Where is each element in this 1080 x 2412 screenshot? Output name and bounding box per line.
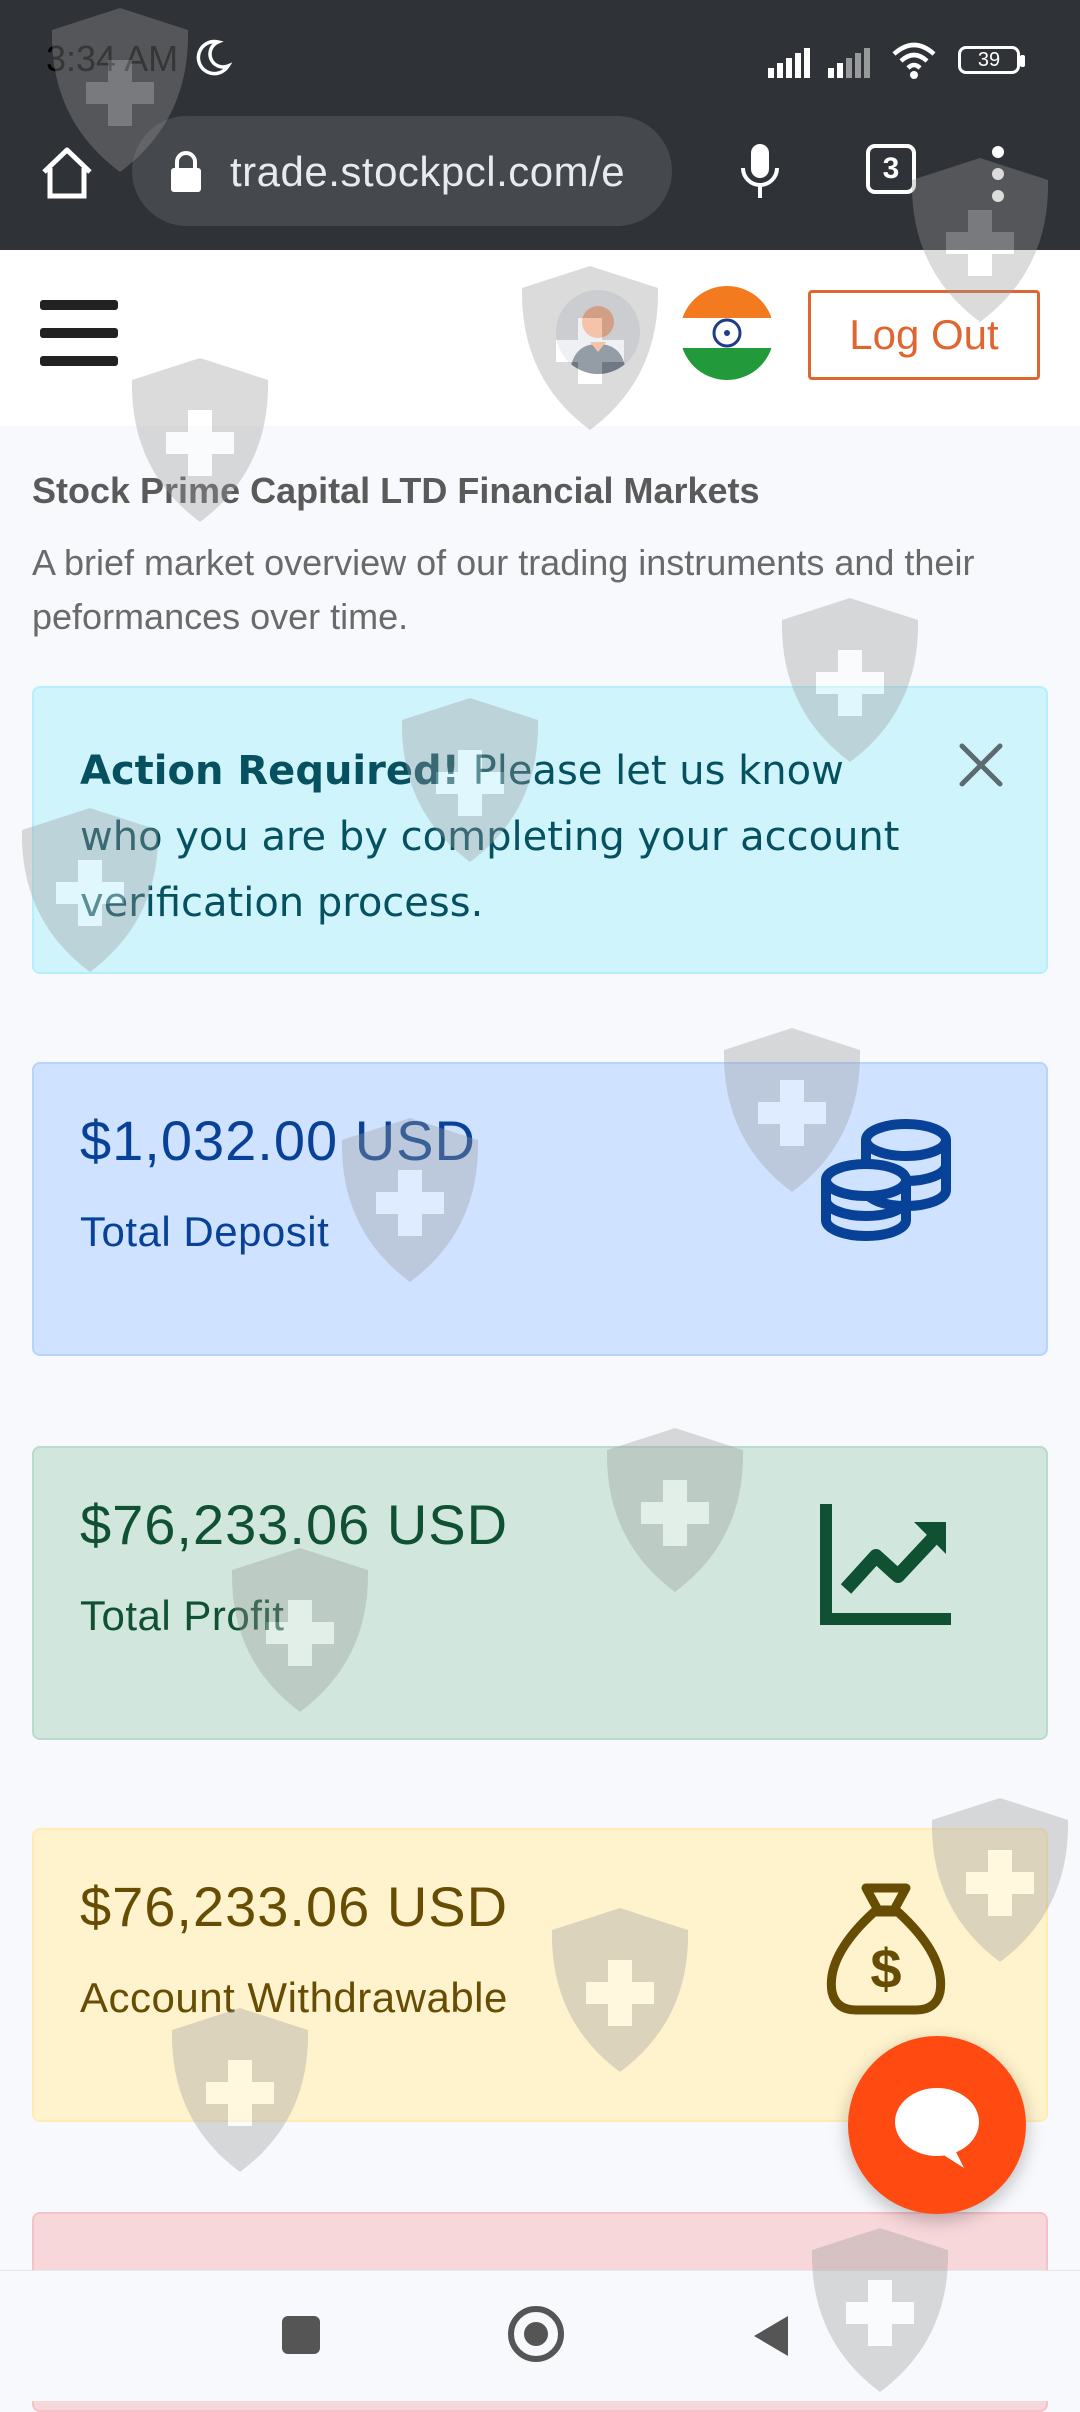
tabs-count-button[interactable]: 3	[866, 144, 916, 194]
chat-button[interactable]	[848, 2036, 1026, 2214]
total-profit-card: $76,233.06 USD Total Profit	[32, 1446, 1048, 1740]
alert-text: Action Required! Please let us know who …	[80, 738, 910, 936]
home-icon[interactable]	[38, 144, 96, 202]
india-flag-icon[interactable]	[680, 286, 774, 380]
page-title: Stock Prime Capital LTD Financial Market…	[32, 470, 760, 511]
home-nav-button[interactable]	[508, 2306, 564, 2362]
close-icon[interactable]	[956, 740, 1006, 790]
signal-icon	[768, 48, 810, 78]
moon-icon	[196, 39, 232, 76]
microphone-icon[interactable]	[736, 142, 784, 202]
card-label: Total Deposit	[80, 1208, 330, 1255]
url-text[interactable]: trade.stockpcl.com/e	[230, 148, 650, 196]
total-deposit-card: $1,032.00 USD Total Deposit	[32, 1062, 1048, 1356]
lock-icon	[171, 151, 201, 192]
alert-strong-text: Action Required!	[80, 748, 460, 794]
card-label: Total Profit	[80, 1592, 285, 1639]
signal-icon-2	[828, 48, 870, 78]
logout-button[interactable]: Log Out	[808, 290, 1040, 380]
verification-alert: Action Required! Please let us know who …	[32, 686, 1048, 974]
hamburger-menu-icon[interactable]	[40, 300, 118, 368]
chat-bubble-icon	[895, 2088, 979, 2168]
card-amount: $1,032.00 USD	[80, 1109, 476, 1172]
card-amount: $76,233.06 USD	[80, 1493, 509, 1556]
flag-graphic	[680, 286, 774, 380]
status-time: 3:34 AM	[46, 38, 179, 79]
money-bag-icon: $	[826, 1883, 946, 2015]
svg-text:$: $	[870, 1937, 901, 2000]
card-amount: $76,233.06 USD	[80, 1875, 509, 1938]
recents-button[interactable]	[282, 2316, 320, 2354]
wifi-icon	[892, 42, 936, 79]
chart-line-icon	[820, 1504, 951, 1625]
battery-icon: 39	[958, 46, 1025, 74]
user-avatar[interactable]	[556, 290, 640, 374]
back-nav-icon[interactable]	[748, 2312, 792, 2360]
page-description: A brief market overview of our trading i…	[32, 542, 975, 637]
coins-icon	[821, 1119, 951, 1241]
person-icon	[570, 306, 626, 374]
card-label: Account Withdrawable	[80, 1974, 508, 2021]
more-menu-icon[interactable]	[990, 144, 1006, 204]
